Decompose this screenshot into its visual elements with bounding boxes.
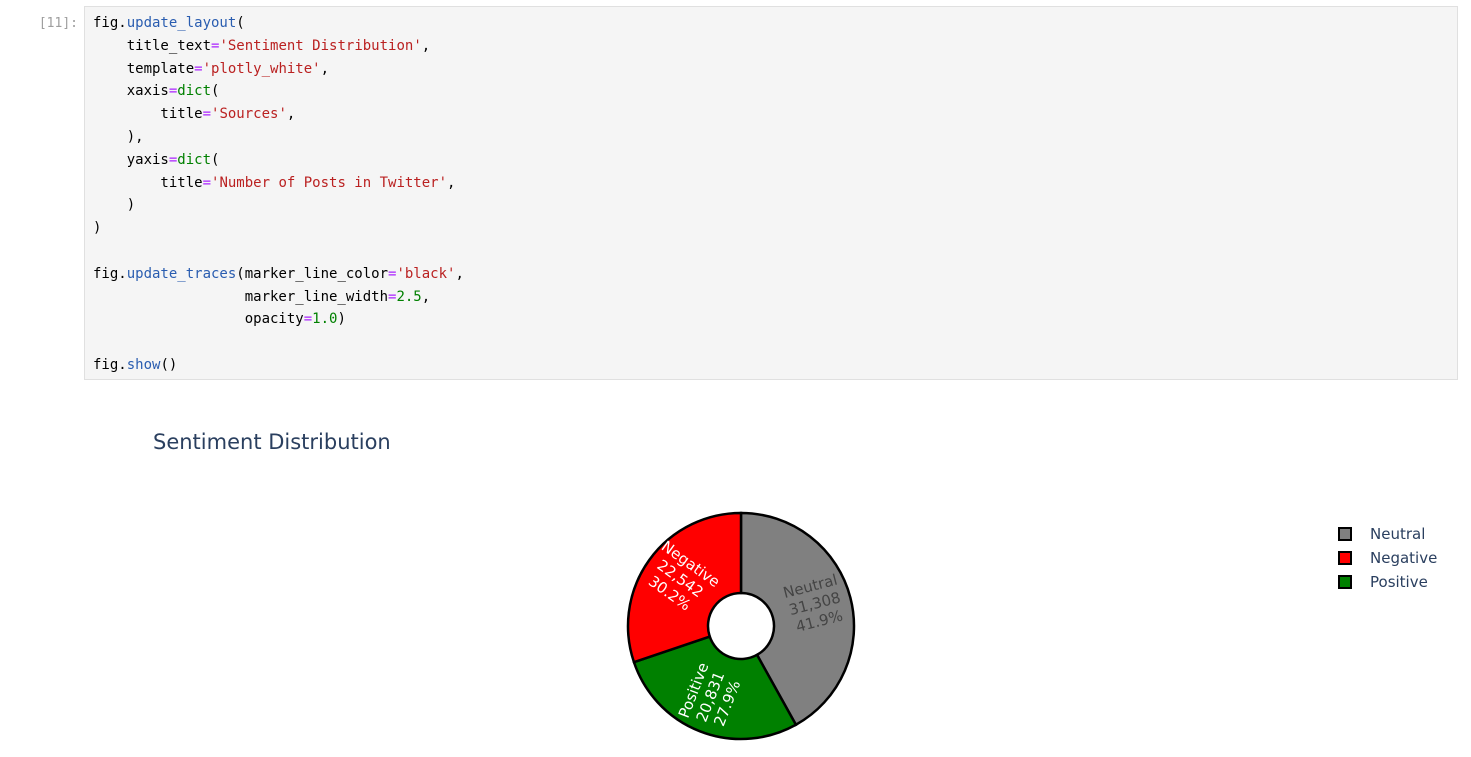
code-token: , [421,37,431,54]
code-token: , [447,174,456,191]
code-line: ), [93,126,1457,149]
cell-prompt: [11]: [38,16,78,31]
code-line: xaxis=dict( [93,80,1457,103]
code-token: title [93,174,203,191]
code-token: = [202,106,212,123]
code-cell-input[interactable]: fig.update_layout( title_text='Sentiment… [84,6,1458,380]
code-token: xaxis [93,83,169,100]
code-line: fig.show() [93,354,1457,377]
code-token: ), [93,128,144,145]
code-token: ) [337,311,346,328]
code-editor[interactable]: fig.update_layout( title_text='Sentiment… [85,7,1457,377]
code-token: dict [177,151,212,168]
code-line: ) [93,217,1457,240]
cell-output: Sentiment Distribution Neutral31,30841.9… [84,394,1471,757]
code-line: marker_line_width=2.5, [93,286,1457,309]
code-token: fig. [93,15,127,31]
code-line: fig.update_layout( [93,12,1457,35]
legend-swatch [1338,527,1352,541]
code-token: 'Sources' [211,106,287,123]
code-token: 'black' [396,265,456,282]
code-token: opacity [93,311,304,328]
code-token: = [303,311,313,328]
code-token: show [126,356,161,373]
code-token: 'Number of Posts in Twitter' [211,174,448,191]
code-token: ( [211,151,220,168]
code-line: yaxis=dict( [93,149,1457,172]
code-token: template [93,60,195,77]
code-token: title_text [93,37,212,54]
legend-item-negative[interactable]: Negative [1338,546,1437,570]
code-token: () [160,356,178,373]
legend-label: Negative [1370,549,1438,567]
code-token: , [286,106,296,123]
code-token: ( [236,15,245,31]
code-token: , [455,265,464,282]
code-token: 1.0 [312,311,338,328]
code-line: ) [93,194,1457,217]
code-line: title='Sources', [93,103,1457,126]
code-token: 2.5 [396,288,422,305]
code-token: (marker_line_color [236,265,389,282]
code-token: marker_line_width [93,288,389,305]
legend-item-neutral[interactable]: Neutral [1338,522,1437,546]
legend-swatch [1338,551,1352,565]
code-token: dict [177,83,212,100]
code-line: title='Number of Posts in Twitter', [93,172,1457,195]
code-token: 'plotly_white' [202,60,321,77]
code-token: 'Sentiment Distribution' [219,37,422,54]
legend-label: Positive [1370,573,1428,591]
code-token: ( [211,83,220,100]
code-line: title_text='Sentiment Distribution', [93,35,1457,58]
pie-chart[interactable]: Neutral31,30841.9%Positive20,83127.9%Neg… [84,394,1471,757]
code-token: fig. [93,356,127,373]
code-line: opacity=1.0) [93,308,1457,331]
code-line: fig.update_traces(marker_line_color='bla… [93,263,1457,286]
code-token: = [194,60,203,77]
legend-label: Neutral [1370,525,1426,543]
code-token: = [202,174,212,191]
chart-legend[interactable]: Neutral Negative Positive [1338,522,1437,594]
code-token: title [93,106,203,123]
code-token: , [421,288,431,305]
code-token: yaxis [93,151,169,168]
code-token: fig. [93,265,127,282]
code-token: , [320,60,330,77]
code-token: update_traces [126,265,237,282]
code-token: update_layout [126,15,237,31]
legend-swatch [1338,575,1352,589]
legend-item-positive[interactable]: Positive [1338,570,1437,594]
code-token: ) [93,197,136,214]
code-token: ) [93,220,102,237]
code-line: template='plotly_white', [93,58,1457,81]
